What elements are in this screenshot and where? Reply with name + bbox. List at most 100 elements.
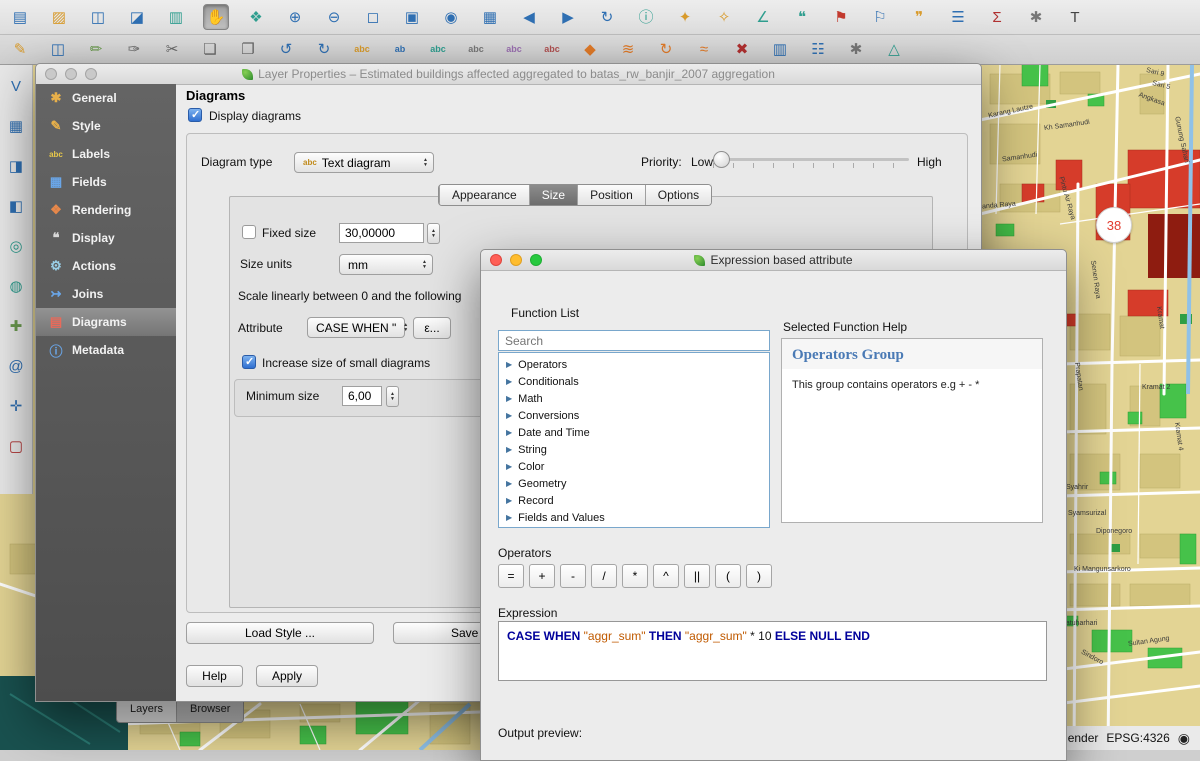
refresh-map-icon[interactable]: ↻ bbox=[595, 5, 619, 29]
text-format-icon[interactable]: T bbox=[1063, 5, 1087, 29]
tab-size[interactable]: Size bbox=[529, 185, 577, 205]
zoom-last-icon[interactable]: ◀ bbox=[517, 5, 541, 29]
sidebar-item-diagrams[interactable]: ▤ Diagrams bbox=[36, 308, 176, 336]
sidebar-item-metadata[interactable]: ⓘ Metadata bbox=[36, 336, 176, 364]
function-group-item[interactable]: ▶ Date and Time bbox=[499, 424, 769, 441]
measure-line-icon[interactable]: ∠ bbox=[751, 5, 775, 29]
attribute-dropdown[interactable]: CASE WHEN " ▲▼ bbox=[307, 317, 405, 338]
expression-editor[interactable]: CASE WHEN "aggr_sum" THEN "aggr_sum" * 1… bbox=[498, 621, 1047, 681]
crs-globe-icon[interactable]: ◉ bbox=[1178, 730, 1190, 747]
toggle-editing-icon[interactable]: ✎ bbox=[8, 38, 32, 62]
sidebar-item-joins[interactable]: ↣ Joins bbox=[36, 280, 176, 308]
copy-features-icon[interactable]: ❏ bbox=[198, 38, 222, 62]
add-wfs-layer-icon[interactable]: ◍ bbox=[4, 274, 28, 298]
copy-style-icon[interactable]: ◆ bbox=[578, 38, 602, 62]
expression-titlebar[interactable]: Expression based attribute bbox=[481, 250, 1066, 271]
new-shapefile-icon[interactable]: ✚ bbox=[4, 314, 28, 338]
function-group-item[interactable]: ▶ Record bbox=[499, 492, 769, 509]
snapping-options-icon[interactable]: ✱ bbox=[844, 38, 868, 62]
display-diagrams-checkbox[interactable] bbox=[188, 108, 202, 122]
minimum-size-input[interactable]: 6,00 bbox=[342, 386, 382, 406]
rotate-label-icon[interactable]: abc bbox=[426, 38, 450, 62]
operator-button[interactable]: + bbox=[529, 564, 555, 588]
operator-button[interactable]: ^ bbox=[653, 564, 679, 588]
sidebar-item-display[interactable]: ❝ Display bbox=[36, 224, 176, 252]
function-group-item[interactable]: ▶ Operators bbox=[499, 356, 769, 373]
print-composer-icon[interactable]: ▥ bbox=[164, 5, 188, 29]
save-project-as-icon[interactable]: ◪ bbox=[125, 5, 149, 29]
layer-properties-titlebar[interactable]: Layer Properties – Estimated buildings a… bbox=[36, 64, 981, 85]
zoom-next-icon[interactable]: ▶ bbox=[556, 5, 580, 29]
attributes-toolbar-icon[interactable]: ☷ bbox=[806, 38, 830, 62]
tab-appearance[interactable]: Appearance bbox=[439, 185, 529, 205]
measure-area-icon[interactable]: △ bbox=[882, 38, 906, 62]
add-spatialite-layer-icon[interactable]: ◧ bbox=[4, 194, 28, 218]
zoom-actual-size-icon[interactable]: ◻ bbox=[361, 5, 385, 29]
sidebar-item-labels[interactable]: abc Labels bbox=[36, 140, 176, 168]
tab-options[interactable]: Options bbox=[645, 185, 711, 205]
capture-feature-icon[interactable]: ✏ bbox=[84, 38, 108, 62]
sidebar-item-actions[interactable]: ⚙ Actions bbox=[36, 252, 176, 280]
tab-browser[interactable]: Browser bbox=[176, 700, 243, 722]
close-button[interactable] bbox=[490, 254, 502, 266]
zoom-to-selection-icon[interactable]: ◉ bbox=[439, 5, 463, 29]
show-hide-label-icon[interactable]: abc bbox=[502, 38, 526, 62]
identify-features-icon[interactable]: ⓘ bbox=[634, 5, 658, 29]
maximize-button[interactable] bbox=[85, 68, 97, 80]
paste-features-icon[interactable]: ❐ bbox=[236, 38, 260, 62]
help-button[interactable]: Help bbox=[186, 665, 243, 687]
zoom-full-extent-icon[interactable]: ▣ bbox=[400, 5, 424, 29]
expression-builder-button[interactable]: ε... bbox=[413, 317, 451, 339]
simplify-feature-icon[interactable]: ≈ bbox=[692, 38, 716, 62]
redo-icon[interactable]: ↻ bbox=[312, 38, 336, 62]
maximize-button[interactable] bbox=[530, 254, 542, 266]
fixed-size-input[interactable]: 30,00000 bbox=[339, 223, 424, 243]
pan-map-icon[interactable]: ✋ bbox=[203, 4, 229, 30]
minimize-button[interactable] bbox=[65, 68, 77, 80]
slider-knob[interactable] bbox=[713, 151, 730, 168]
load-style-button[interactable]: Load Style ... bbox=[186, 622, 374, 644]
remove-layer-icon[interactable]: ▢ bbox=[4, 434, 28, 458]
priority-slider[interactable] bbox=[713, 158, 909, 168]
operator-button[interactable]: * bbox=[622, 564, 648, 588]
move-label-icon[interactable]: ab bbox=[388, 38, 412, 62]
increase-size-checkbox[interactable] bbox=[242, 355, 256, 369]
zoom-in-icon[interactable]: ⊕ bbox=[283, 5, 307, 29]
rotate-feature-icon[interactable]: ↻ bbox=[654, 38, 678, 62]
select-features-icon[interactable]: ✦ bbox=[673, 5, 697, 29]
function-group-item[interactable]: ▶ Math bbox=[499, 390, 769, 407]
label-properties-icon[interactable]: abc bbox=[540, 38, 564, 62]
size-units-dropdown[interactable]: mm ▲▼ bbox=[339, 254, 433, 275]
operator-button[interactable]: ( bbox=[715, 564, 741, 588]
save-project-icon[interactable]: ◫ bbox=[86, 5, 110, 29]
sidebar-item-style[interactable]: ✎ Style bbox=[36, 112, 176, 140]
labeling-icon[interactable]: abc bbox=[350, 38, 374, 62]
tab-layers[interactable]: Layers bbox=[117, 700, 176, 722]
sidebar-item-rendering[interactable]: ❖ Rendering bbox=[36, 196, 176, 224]
add-raster-layer-icon[interactable]: ▦ bbox=[4, 114, 28, 138]
operator-button[interactable]: - bbox=[560, 564, 586, 588]
function-group-item[interactable]: ▶ Conversions bbox=[499, 407, 769, 424]
add-wms-layer-icon[interactable]: ◎ bbox=[4, 234, 28, 258]
function-search-input[interactable] bbox=[498, 330, 770, 351]
minimize-button[interactable] bbox=[510, 254, 522, 266]
new-project-icon[interactable]: ▤ bbox=[8, 5, 32, 29]
delete-selected-icon[interactable]: ✖ bbox=[730, 38, 754, 62]
text-annotation-icon[interactable]: ❞ bbox=[907, 5, 931, 29]
deselect-features-icon[interactable]: ✧ bbox=[712, 5, 736, 29]
minimum-size-stepper[interactable]: ▲▼ bbox=[386, 386, 399, 407]
add-postgis-layer-icon[interactable]: ◨ bbox=[4, 154, 28, 178]
merge-features-icon[interactable]: ▥ bbox=[768, 38, 792, 62]
cut-features-icon[interactable]: ✂ bbox=[160, 38, 184, 62]
save-edits-icon[interactable]: ◫ bbox=[46, 38, 70, 62]
map-tips-icon[interactable]: ❝ bbox=[790, 5, 814, 29]
pin-label-icon[interactable]: abc bbox=[464, 38, 488, 62]
function-group-item[interactable]: ▶ Fields and Values bbox=[499, 509, 769, 526]
close-button[interactable] bbox=[45, 68, 57, 80]
open-project-icon[interactable]: ▨ bbox=[47, 5, 71, 29]
operator-button[interactable]: / bbox=[591, 564, 617, 588]
apply-button[interactable]: Apply bbox=[256, 665, 318, 687]
add-delimited-text-icon[interactable]: @ bbox=[4, 354, 28, 378]
field-calculator-icon[interactable]: Σ bbox=[985, 5, 1009, 29]
operator-button[interactable]: = bbox=[498, 564, 524, 588]
